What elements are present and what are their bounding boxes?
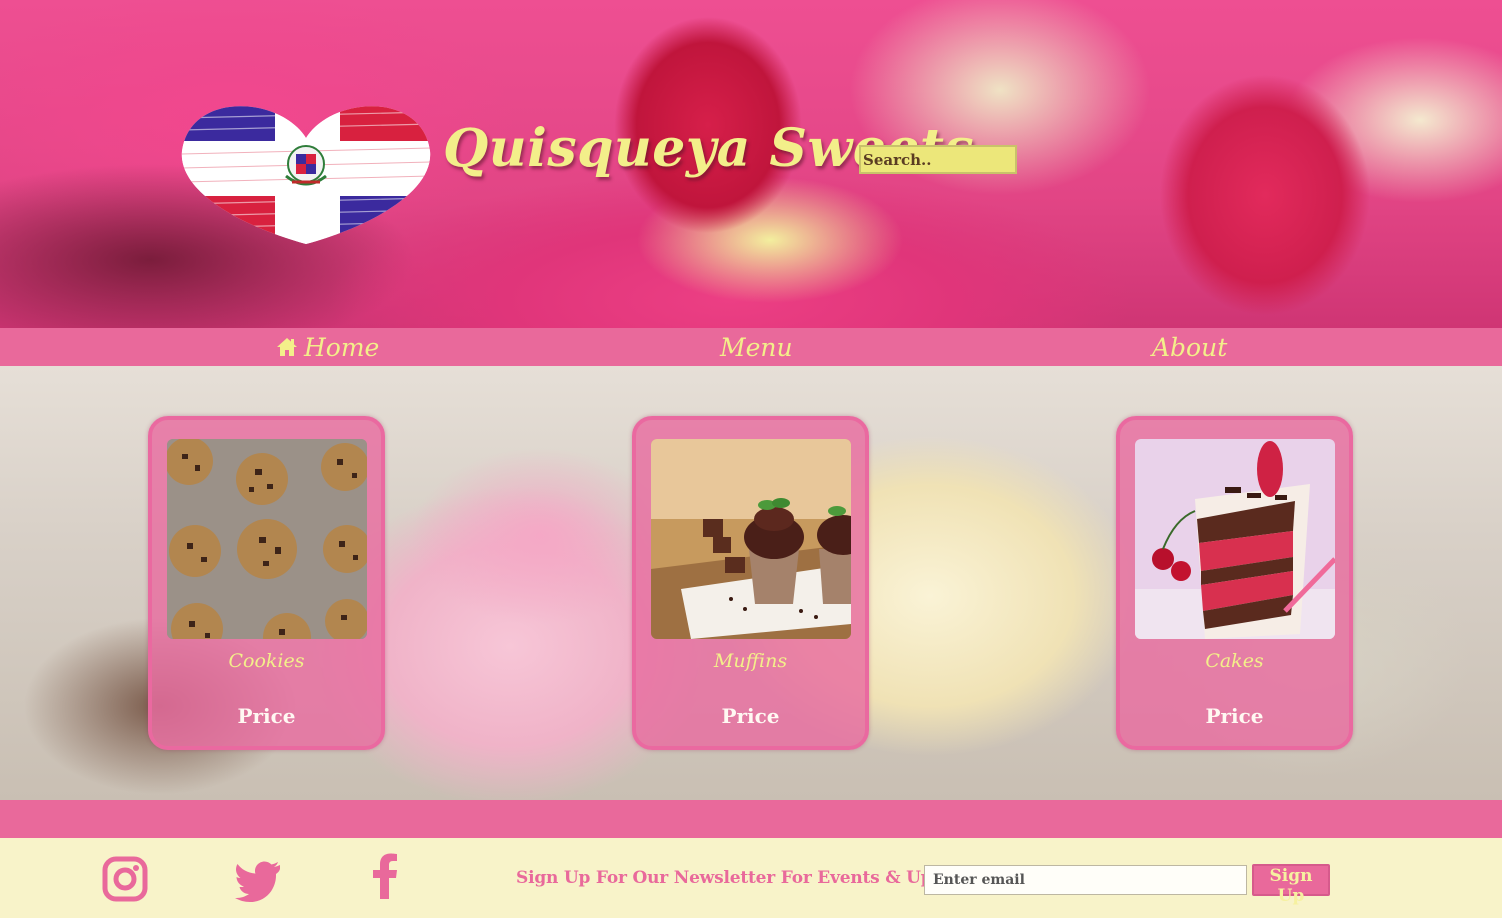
instagram-icon[interactable]	[102, 856, 148, 902]
search-input[interactable]	[859, 145, 1017, 174]
card-title: Cakes	[1205, 650, 1264, 672]
nav-label-home: Home	[304, 332, 380, 362]
email-field[interactable]	[924, 865, 1247, 895]
nav-item-about[interactable]: About	[1152, 328, 1227, 366]
card-price: Price	[1205, 704, 1264, 728]
nav-label-menu: Menu	[720, 332, 793, 362]
cookies-photo	[167, 439, 367, 639]
nav-item-menu[interactable]: Menu	[720, 328, 793, 366]
product-card-muffins[interactable]: Muffins Price	[632, 416, 869, 750]
muffins-photo	[651, 439, 851, 639]
twitter-icon[interactable]	[234, 858, 280, 904]
newsletter-label: Sign Up For Our Newsletter For Events & …	[516, 868, 989, 888]
card-price: Price	[721, 704, 780, 728]
card-price: Price	[237, 704, 296, 728]
product-section: Cookies Price Muffins Price Cakes Price	[0, 366, 1502, 800]
facebook-icon[interactable]	[362, 853, 408, 899]
home-icon	[277, 338, 297, 356]
hero-header: Quisqueya Sweets	[0, 0, 1502, 328]
footer: Sign Up For Our Newsletter For Events & …	[0, 838, 1502, 918]
dominican-flag-heart-icon	[181, 106, 431, 244]
main-nav: Home Menu About	[0, 328, 1502, 366]
footer-divider-strip	[0, 800, 1502, 838]
nav-item-home[interactable]: Home	[276, 328, 379, 366]
signup-button[interactable]: Sign Up	[1252, 864, 1330, 906]
card-title: Muffins	[713, 650, 788, 672]
nav-label-about: About	[1152, 332, 1228, 362]
product-card-cakes[interactable]: Cakes Price	[1116, 416, 1353, 750]
cakes-photo	[1135, 439, 1335, 639]
product-card-cookies[interactable]: Cookies Price	[148, 416, 385, 750]
card-title: Cookies	[228, 650, 305, 672]
